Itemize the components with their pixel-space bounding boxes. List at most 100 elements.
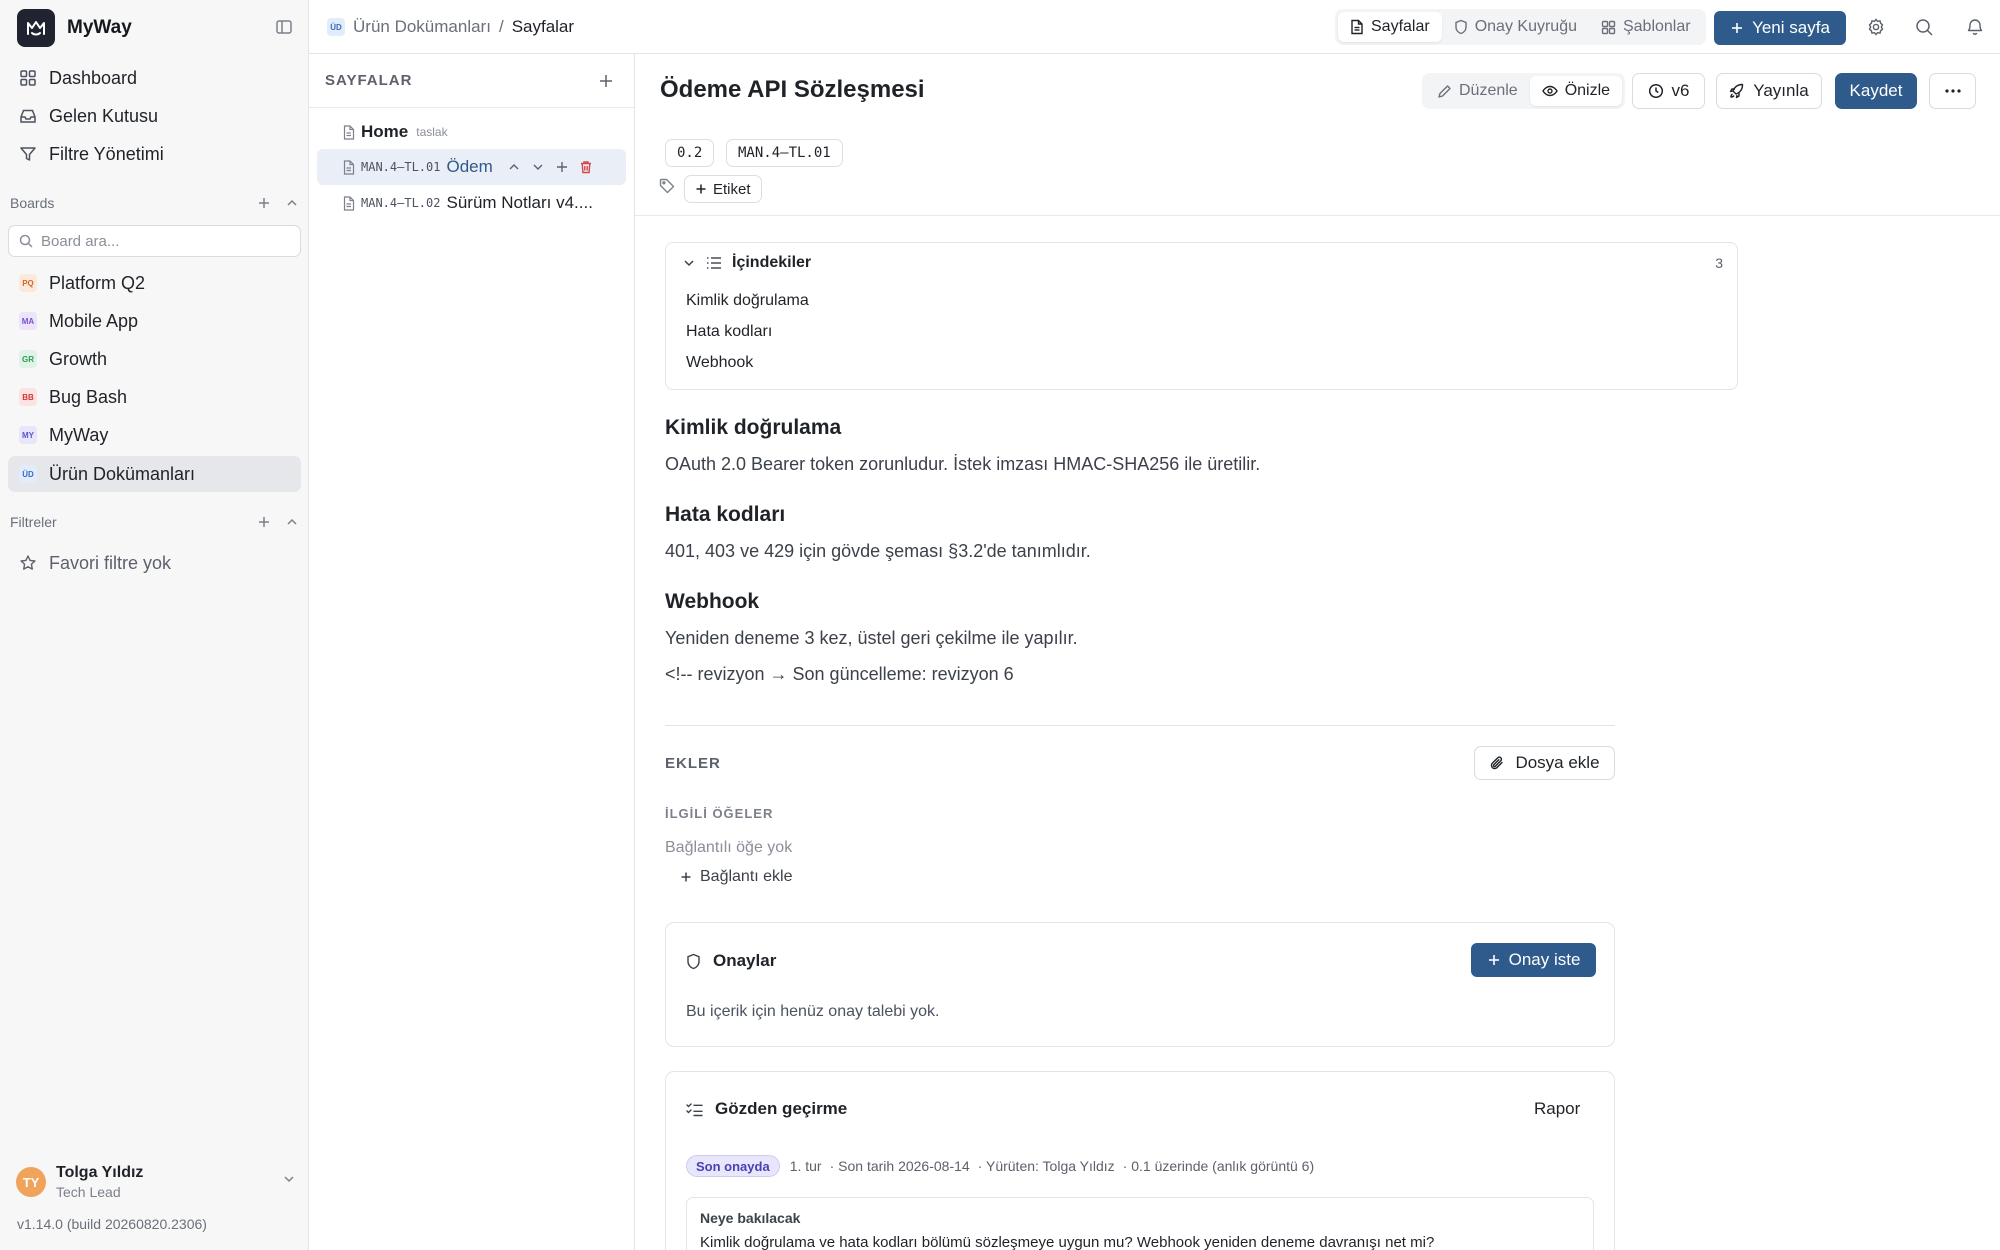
pages-panel-title: SAYFALAR xyxy=(325,72,413,89)
board-search[interactable] xyxy=(8,225,301,257)
board-item-platform-q2[interactable]: PQ Platform Q2 xyxy=(8,265,301,301)
add-filter-icon[interactable] xyxy=(256,514,272,530)
plus-icon xyxy=(680,871,692,883)
toc-item[interactable]: Webhook xyxy=(686,354,753,372)
toc-item[interactable]: Kimlik doğrulama xyxy=(686,292,809,310)
settings-gear-icon[interactable] xyxy=(1866,17,1886,37)
tab-templates[interactable]: Şablonlar xyxy=(1589,12,1703,42)
move-down-icon[interactable] xyxy=(531,160,545,174)
favorite-filters-empty-text: Favori filtre yok xyxy=(49,552,172,573)
request-approval-button[interactable]: Onay iste xyxy=(1471,943,1596,977)
pencil-icon xyxy=(1437,84,1452,99)
nav-label: Filtre Yönetimi xyxy=(49,143,164,164)
toc-item[interactable]: Hata kodları xyxy=(686,323,772,341)
page-status: taslak xyxy=(416,125,448,139)
toc-toggle[interactable]: İçindekiler xyxy=(682,254,811,272)
preview-mode-button[interactable]: Önizle xyxy=(1529,76,1623,106)
page-tree-item-surum-notlari[interactable]: MAN.4–TL.02 Sürüm Notları v4.... xyxy=(317,185,626,221)
add-link-label: Bağlantı ekle xyxy=(700,868,793,885)
edit-mode-button[interactable]: Düzenle xyxy=(1425,76,1530,106)
nav-filter-management[interactable]: Filtre Yönetimi xyxy=(8,136,301,172)
nav-dashboard[interactable]: Dashboard xyxy=(8,60,301,96)
version-history-button[interactable]: v6 xyxy=(1632,73,1705,109)
board-item-mobile-app[interactable]: MA Mobile App xyxy=(8,303,301,339)
save-button[interactable]: Kaydet xyxy=(1835,73,1917,109)
nav-inbox[interactable]: Gelen Kutusu xyxy=(8,98,301,134)
add-link-button[interactable]: Bağlantı ekle xyxy=(680,868,793,886)
user-role: Tech Lead xyxy=(56,1184,121,1200)
shield-icon xyxy=(686,953,701,970)
user-menu[interactable]: TY Tolga Yıldız Tech Lead xyxy=(16,1164,296,1200)
more-options-button[interactable] xyxy=(1929,73,1976,109)
page-code: MAN.4–TL.01 xyxy=(361,160,441,174)
chevron-up-icon[interactable] xyxy=(284,195,300,211)
section-body-comment: <!-- revizyon → Son güncelleme: revizyon… xyxy=(665,664,1014,684)
star-icon xyxy=(19,554,37,572)
board-label: Growth xyxy=(49,348,108,369)
tab-pages[interactable]: Sayfalar xyxy=(1338,12,1442,42)
board-item-myway[interactable]: MY MyWay xyxy=(8,417,301,453)
page-title: Sürüm Notları v4.... xyxy=(446,193,593,212)
add-page-icon[interactable] xyxy=(597,72,615,90)
add-board-icon[interactable] xyxy=(256,195,272,211)
filters-section-header: Filtreler xyxy=(10,514,300,530)
shield-icon xyxy=(1454,19,1468,35)
search-icon[interactable] xyxy=(1914,17,1934,37)
eye-icon xyxy=(1541,84,1558,98)
add-subpage-icon[interactable] xyxy=(555,160,569,174)
boards-section-header: Boards xyxy=(10,195,300,211)
section-body: OAuth 2.0 Bearer token zorunludur. İstek… xyxy=(665,454,1261,474)
board-item-growth[interactable]: GR Growth xyxy=(8,341,301,377)
board-item-urun-dokumanlari[interactable]: ÜD Ürün Dokümanları xyxy=(8,456,301,492)
version-chip: 0.2 xyxy=(665,139,715,167)
brand[interactable]: MyWay xyxy=(17,9,132,47)
approvals-empty: Bu içerik için henüz onay talebi yok. xyxy=(686,1003,940,1020)
new-page-button[interactable]: Yeni sayfa xyxy=(1714,11,1846,45)
move-up-icon[interactable] xyxy=(507,160,521,174)
preview-label: Önizle xyxy=(1564,82,1611,99)
approvals-card: Onaylar Onay iste Bu içerik için henüz o… xyxy=(665,922,1615,1047)
review-focus-label: Neye bakılacak xyxy=(700,1210,801,1226)
publish-button[interactable]: Yayınla xyxy=(1716,73,1822,109)
board-label: Platform Q2 xyxy=(49,272,146,293)
search-icon xyxy=(19,234,33,248)
related-items-empty: Bağlantılı öğe yok xyxy=(665,839,793,856)
add-tag-label: Etiket xyxy=(713,180,751,198)
divider xyxy=(309,107,634,108)
document-title: Ödeme API Sözleşmesi xyxy=(660,76,925,103)
board-item-bug-bash[interactable]: BB Bug Bash xyxy=(8,379,301,415)
board-badge: MY xyxy=(19,426,37,444)
sidebar-toggle-icon[interactable] xyxy=(274,17,294,37)
review-report-link[interactable]: Rapor xyxy=(1534,1099,1580,1119)
toc-title: İçindekiler xyxy=(732,254,812,271)
board-search-input[interactable] xyxy=(41,232,281,250)
page-tree-item-odeme[interactable]: MAN.4–TL.01 Ödem xyxy=(317,149,626,185)
version-text: v1.14.0 (build 20260820.2306) xyxy=(17,1216,207,1232)
chevron-up-icon[interactable] xyxy=(284,514,300,530)
nav-label: Dashboard xyxy=(49,67,138,88)
divider xyxy=(665,725,1615,726)
template-grid-icon xyxy=(1601,20,1616,35)
review-focus-box: Neye bakılacak Kimlik doğrulama ve hata … xyxy=(686,1197,1594,1250)
tab-label: Şablonlar xyxy=(1622,18,1691,35)
file-icon xyxy=(343,195,355,211)
notification-bell-icon[interactable] xyxy=(1965,17,1985,37)
edit-mode-toggle: Düzenle Önizle xyxy=(1422,73,1626,109)
save-label: Kaydet xyxy=(1849,81,1903,100)
crumb-parent[interactable]: Ürün Dokümanları xyxy=(353,17,491,37)
app-name: MyWay xyxy=(67,17,132,38)
board-label: Ürün Dokümanları xyxy=(49,463,196,484)
related-items-title: İLGİLİ ÖĞELER xyxy=(665,806,774,821)
file-icon xyxy=(343,124,355,140)
edit-label: Düzenle xyxy=(1459,82,1518,99)
add-tag-button[interactable]: Etiket xyxy=(684,175,762,203)
tab-approval-queue[interactable]: Onay Kuyruğu xyxy=(1442,12,1589,42)
page-tree-item-home[interactable]: Home taslak xyxy=(317,114,626,150)
section-heading: Webhook xyxy=(665,590,760,613)
trash-icon[interactable] xyxy=(579,160,593,174)
inbox-icon xyxy=(19,107,37,125)
page-title: Ödem xyxy=(446,157,493,176)
pages-panel: SAYFALAR Home taslak MAN.4–TL.01 Ödem MA… xyxy=(309,54,635,1250)
attach-file-button[interactable]: Dosya ekle xyxy=(1474,746,1615,780)
divider xyxy=(635,215,2000,216)
